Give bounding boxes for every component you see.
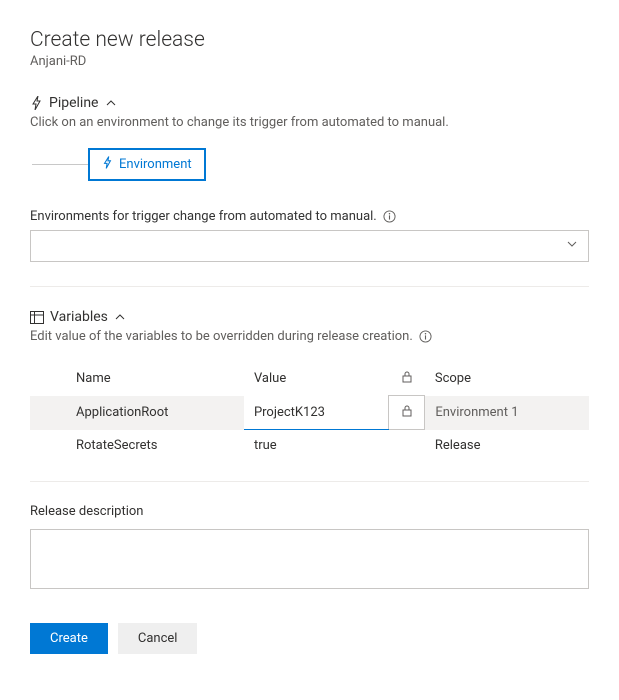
pipeline-graph: Environment	[32, 148, 589, 181]
stage-label: Environment	[119, 157, 192, 172]
col-scope: Scope	[425, 362, 589, 396]
chevron-up-icon	[114, 311, 126, 323]
variable-row[interactable]: ApplicationRoot ProjectK123 Environment …	[30, 396, 589, 430]
cancel-button[interactable]: Cancel	[118, 623, 198, 654]
release-description-input[interactable]	[30, 529, 589, 589]
footer-buttons: Create Cancel	[30, 623, 589, 654]
release-description-label: Release description	[30, 504, 589, 519]
divider	[30, 286, 589, 287]
var-name: ApplicationRoot	[66, 396, 244, 430]
pipeline-hint: Click on an environment to change its tr…	[30, 115, 589, 130]
var-name: RotateSecrets	[66, 430, 244, 462]
lock-icon	[401, 370, 413, 383]
create-release-panel: Create new release Anjani-RD Pipeline Cl…	[0, 0, 619, 684]
lock-icon	[401, 404, 413, 417]
env-trigger-label: Environments for trigger change from aut…	[30, 209, 589, 224]
var-value-input[interactable]: ProjectK123	[244, 396, 389, 430]
col-name: Name	[66, 362, 244, 396]
col-value: Value	[244, 362, 389, 396]
page-title: Create new release	[30, 28, 589, 52]
chevron-up-icon	[105, 97, 117, 109]
var-scope: Release	[425, 430, 589, 462]
variables-table: Name Value Scope ApplicationRoot Project…	[30, 362, 589, 461]
environment-stage[interactable]: Environment	[88, 148, 206, 181]
pipeline-edge	[32, 164, 88, 165]
variables-hint: Edit value of the variables to be overri…	[30, 329, 589, 344]
var-lock-toggle[interactable]	[389, 396, 425, 430]
variables-icon	[30, 311, 44, 324]
pipeline-section-toggle[interactable]: Pipeline	[30, 95, 589, 111]
var-value: true	[244, 430, 389, 462]
lightning-icon	[102, 156, 113, 173]
create-button[interactable]: Create	[30, 623, 108, 654]
pipeline-section-label: Pipeline	[49, 95, 99, 111]
var-scope: Environment 1	[425, 396, 589, 430]
info-icon	[383, 210, 396, 223]
col-lock	[389, 362, 425, 396]
info-icon	[419, 330, 432, 343]
lightning-icon	[30, 96, 43, 110]
chevron-down-icon	[566, 238, 578, 254]
variables-section-label: Variables	[50, 309, 108, 325]
release-definition-name: Anjani-RD	[30, 54, 589, 69]
divider	[30, 481, 589, 482]
env-trigger-dropdown[interactable]	[30, 230, 589, 262]
variables-section-toggle[interactable]: Variables	[30, 309, 589, 325]
variable-row[interactable]: RotateSecrets true Release	[30, 430, 589, 462]
var-lock-toggle[interactable]	[389, 430, 425, 462]
